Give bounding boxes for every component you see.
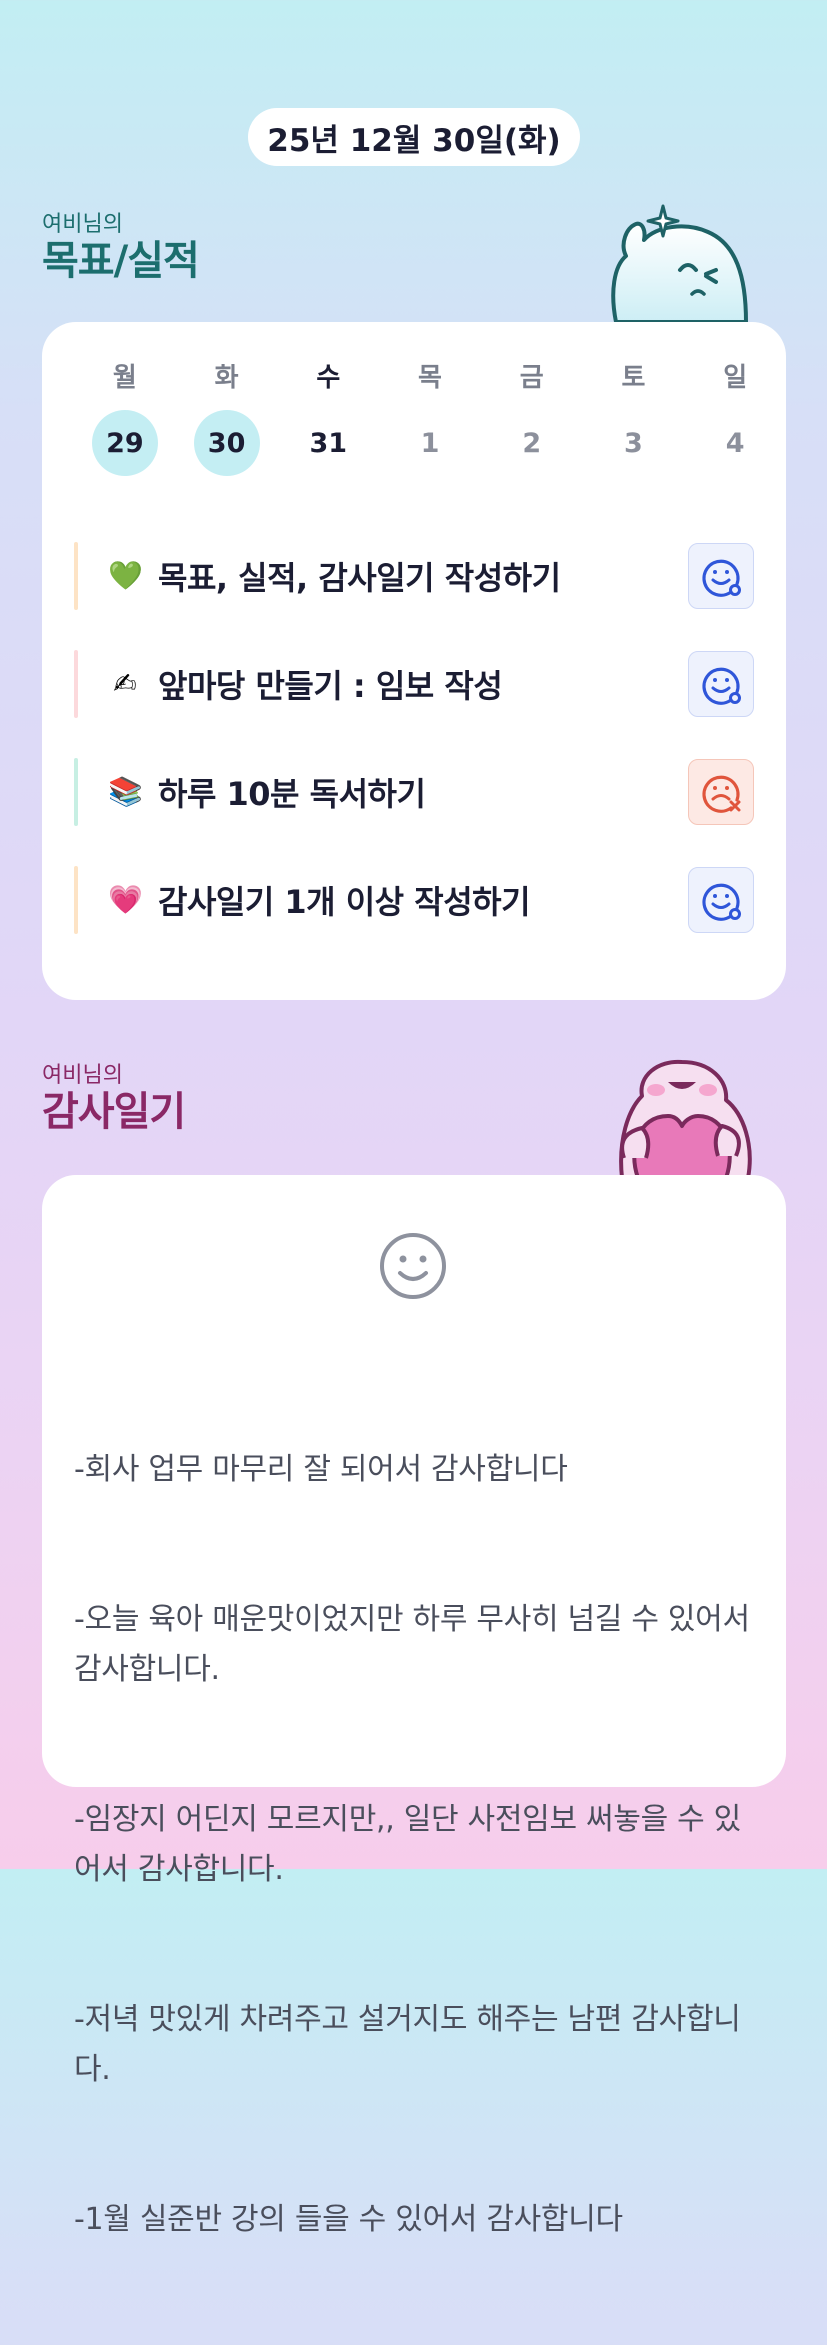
task-color-bar xyxy=(74,758,78,826)
date-label: 25년 12월 30일(화) xyxy=(267,122,561,159)
status-button-ok[interactable] xyxy=(688,543,754,609)
task-item[interactable]: 💚 목표, 실적, 감사일기 작성하기 xyxy=(74,542,754,610)
day-mon[interactable]: 월 29 xyxy=(74,358,176,476)
goals-card: 월 29 화 30 수 31 목 1 금 2 토 3 일 4 💚 목표, 실적,… xyxy=(42,322,786,1000)
task-color-bar xyxy=(74,650,78,718)
gratitude-subtitle: 여비님의 xyxy=(42,1063,123,1088)
task-color-bar xyxy=(74,866,78,934)
day-sun[interactable]: 일 4 xyxy=(684,358,786,476)
status-button-ok[interactable] xyxy=(688,651,754,717)
task-item[interactable]: 💗 감사일기 1개 이상 작성하기 xyxy=(74,866,754,934)
day-number: 4 xyxy=(725,427,745,459)
status-button-ok[interactable] xyxy=(688,867,754,933)
books-icon: 📚 xyxy=(108,775,143,808)
pink-heart-icon: 💗 xyxy=(108,883,143,916)
gratitude-title: 감사일기 xyxy=(42,1089,186,1135)
status-button-fail[interactable] xyxy=(688,759,754,825)
day-name: 수 xyxy=(316,363,341,393)
day-number: 30 xyxy=(193,410,260,476)
day-number: 31 xyxy=(309,427,348,459)
goals-subtitle: 여비님의 xyxy=(42,212,123,237)
green-heart-icon: 💚 xyxy=(108,559,143,592)
smile-check-icon xyxy=(702,667,741,705)
day-name: 목 xyxy=(418,363,442,393)
day-name: 토 xyxy=(621,363,646,393)
day-number: 1 xyxy=(420,427,440,459)
smile-face-icon xyxy=(380,1233,446,1299)
task-item[interactable]: ✍ 앞마당 만들기 : 임보 작성 xyxy=(74,650,754,718)
day-thu[interactable]: 목 1 xyxy=(379,358,481,476)
task-label: 앞마당 만들기 : 임보 작성 xyxy=(158,667,503,705)
day-number: 29 xyxy=(91,410,158,476)
week-days-row: 월 29 화 30 수 31 목 1 금 2 토 3 일 4 xyxy=(74,358,786,476)
day-fri[interactable]: 금 2 xyxy=(481,358,583,476)
ghost-mascot-illustration xyxy=(611,204,748,324)
gratitude-card: -회사 업무 마무리 잘 되어서 감사합니다 -오늘 육아 매운맛이었지만 하루… xyxy=(42,1175,786,2237)
day-name: 일 xyxy=(723,363,748,393)
gratitude-line: -1월 실준반 강의 들을 수 있어서 감사합니다 xyxy=(74,2202,623,2237)
task-color-bar xyxy=(74,542,78,610)
smile-check-icon xyxy=(702,559,741,597)
gratitude-line: -저녁 맛있게 차려주고 설거지도 해주는 남편 감사합니다. xyxy=(74,2002,741,2087)
task-label: 목표, 실적, 감사일기 작성하기 xyxy=(158,559,561,597)
sad-x-icon xyxy=(702,775,741,813)
day-name: 월 xyxy=(112,363,137,393)
goals-title: 목표/실적 xyxy=(42,238,200,284)
gratitude-line: -오늘 육아 매운맛이었지만 하루 무사히 넘길 수 있어서 감사합니다. xyxy=(74,1602,760,1687)
gratitude-line: -회사 업무 마무리 잘 되어서 감사합니다 xyxy=(74,1452,568,1487)
day-sat[interactable]: 토 3 xyxy=(583,358,685,476)
writing-hand-icon: ✍ xyxy=(113,667,137,700)
day-tue[interactable]: 화 30 xyxy=(176,358,278,476)
smile-check-icon xyxy=(702,883,741,921)
day-number: 2 xyxy=(522,427,542,459)
day-number: 3 xyxy=(624,427,643,459)
day-wed[interactable]: 수 31 xyxy=(277,358,379,476)
task-label: 하루 10분 독서하기 xyxy=(158,775,426,813)
week-strip: 월 29 화 30 수 31 목 1 금 2 토 3 일 4 xyxy=(74,358,786,476)
goals-section-header: 여비님의 목표/실적 xyxy=(42,212,200,284)
task-item[interactable]: 📚 하루 10분 독서하기 xyxy=(74,758,754,826)
task-label: 감사일기 1개 이상 작성하기 xyxy=(158,883,531,921)
day-name: 금 xyxy=(519,363,544,393)
gratitude-entry: -회사 업무 마무리 잘 되어서 감사합니다 -오늘 육아 매운맛이었지만 하루… xyxy=(74,1345,764,2345)
gratitude-section-header: 여비님의 감사일기 xyxy=(42,1063,186,1135)
gratitude-line: -임장지 어딘지 모르지만,, 일단 사전임보 써놓을 수 있어서 감사합니다. xyxy=(74,1802,741,1887)
date-pill[interactable]: 25년 12월 30일(화) xyxy=(248,108,580,166)
day-name: 화 xyxy=(214,363,239,393)
heart-mascot-illustration xyxy=(619,1059,752,1178)
